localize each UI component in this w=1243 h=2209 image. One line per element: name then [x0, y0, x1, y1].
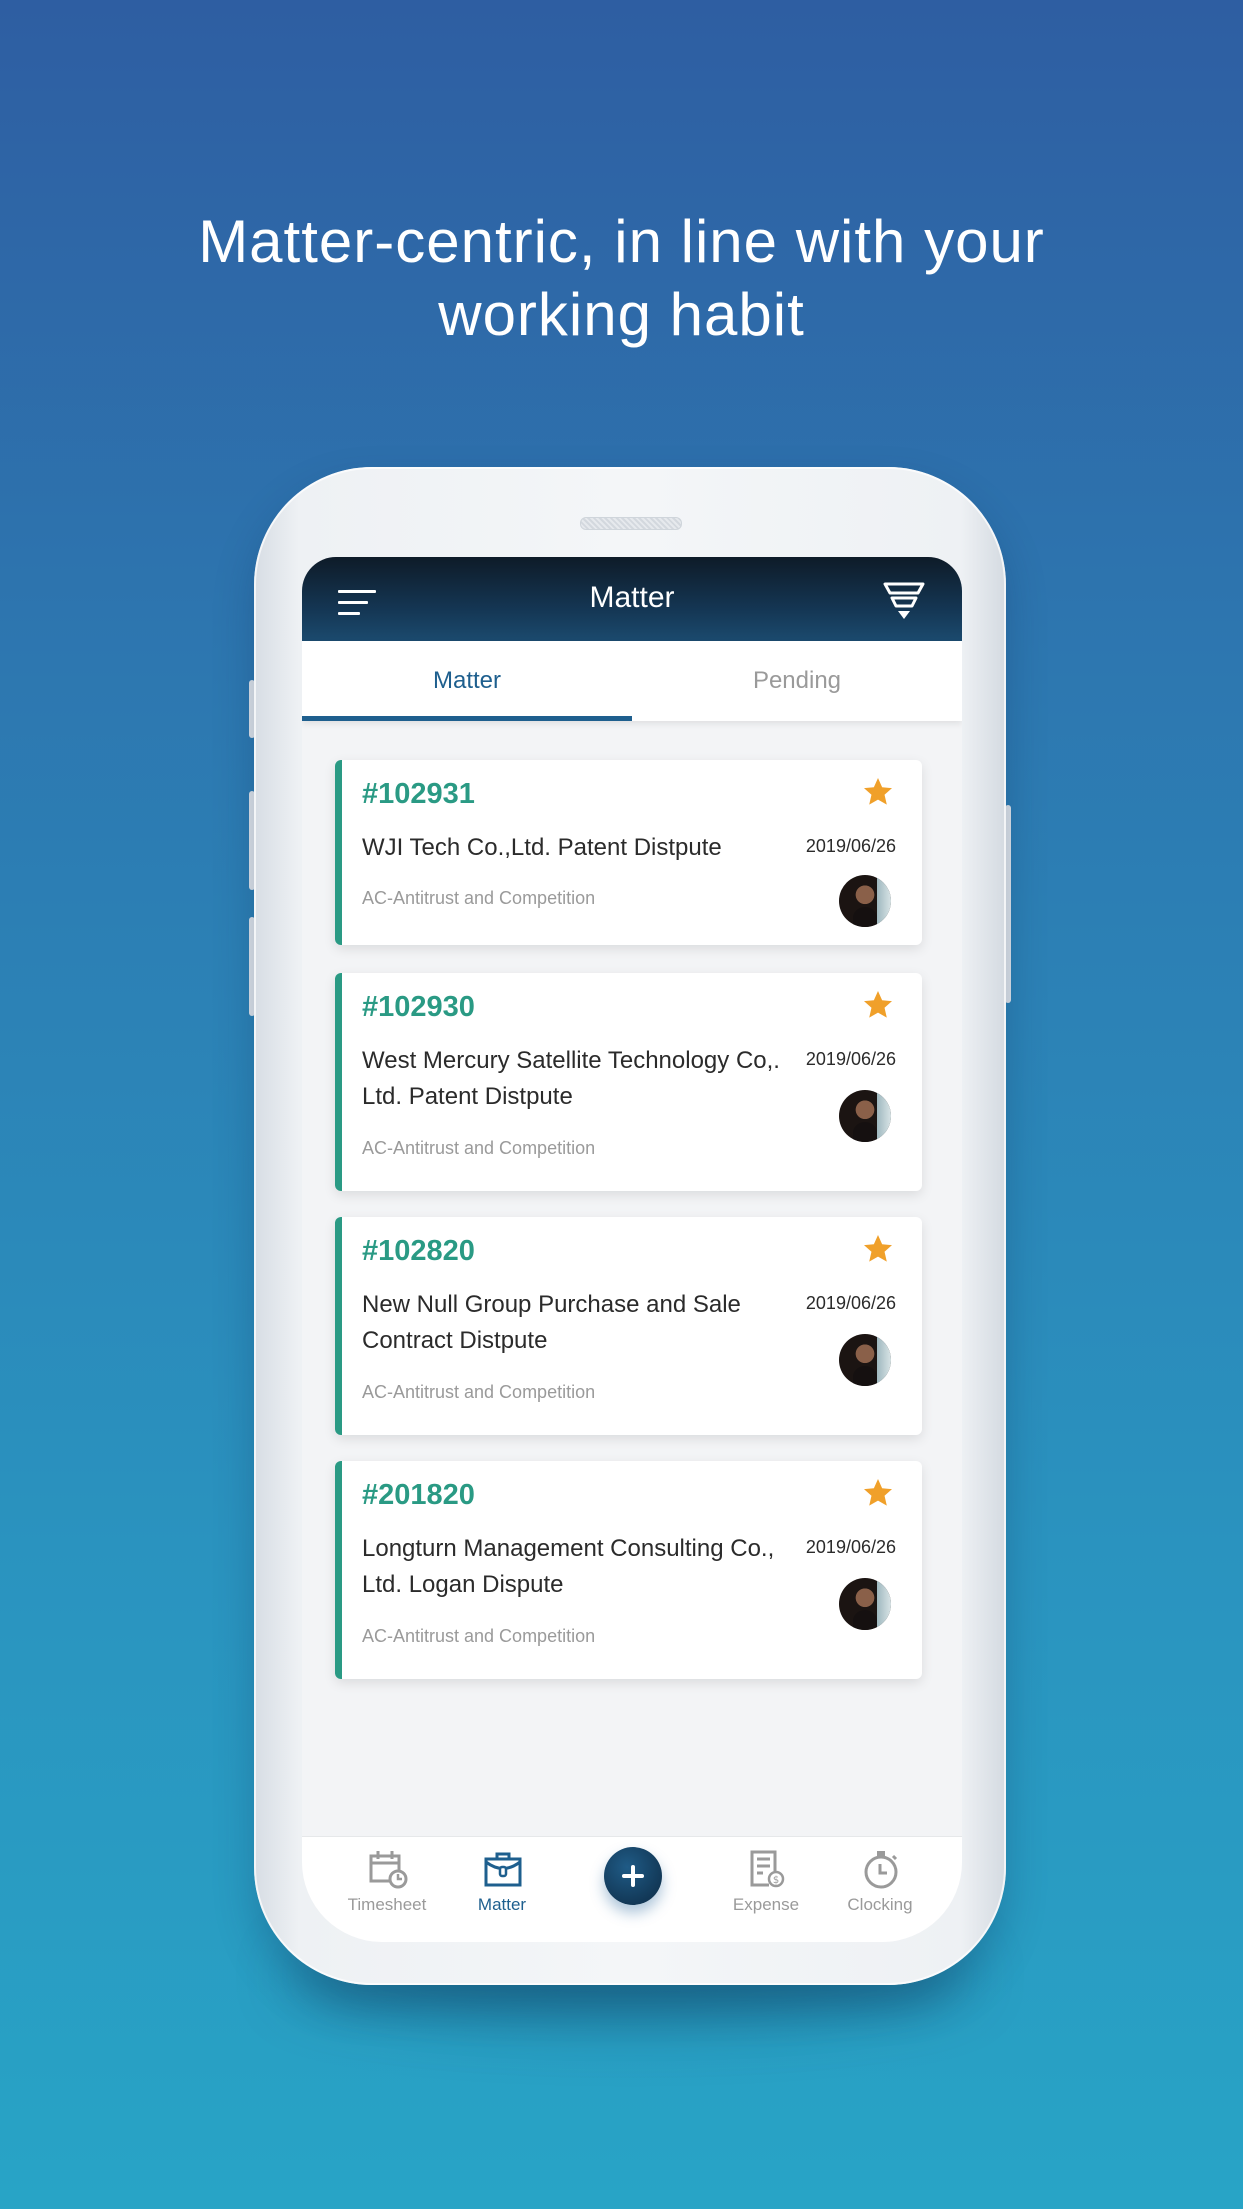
- phone-speaker: [580, 517, 682, 530]
- matter-name: New Null Group Purchase and Sale Contrac…: [362, 1291, 741, 1354]
- tab-bar: Matter Pending: [302, 641, 962, 721]
- matter-date: 2019/06/26: [805, 836, 896, 856]
- matter-card[interactable]: #102930 West Mercury Satellite Technolog…: [335, 973, 922, 1191]
- stopwatch-icon: [864, 1851, 898, 1889]
- matter-date: 2019/06/26: [805, 1049, 896, 1069]
- page-title: Matter: [589, 581, 675, 614]
- headline-line-2: working habit: [438, 281, 805, 348]
- funnel-filter-icon[interactable]: [882, 581, 926, 621]
- matter-name: Longturn Management Consulting Co., Ltd.…: [362, 1535, 775, 1598]
- matter-date: 2019/06/26: [805, 1293, 896, 1313]
- matter-name: West Mercury Satellite Technology Co,. L…: [362, 1047, 780, 1110]
- receipt-dollar-icon: $: [750, 1850, 785, 1888]
- matter-category: AC-Antitrust and Competition: [362, 1626, 596, 1646]
- card-accent-bar: [335, 1461, 342, 1679]
- avatar: [839, 1090, 891, 1142]
- nav-item-timesheet[interactable]: Timesheet: [332, 1837, 442, 1942]
- card-accent-bar: [335, 760, 342, 945]
- matter-number: #102931: [362, 778, 475, 810]
- matter-category: AC-Antitrust and Competition: [362, 1138, 596, 1158]
- matter-card[interactable]: #102820 New Null Group Purchase and Sale…: [335, 1217, 922, 1435]
- matter-name: WJI Tech Co.,Ltd. Patent Distpute: [362, 834, 722, 861]
- matter-number: #102930: [362, 991, 475, 1023]
- avatar: [839, 1334, 891, 1386]
- card-accent-bar: [335, 973, 342, 1191]
- avatar: [839, 1578, 891, 1630]
- marketing-headline: Matter-centric, in line with your workin…: [0, 205, 1243, 351]
- tab-pending[interactable]: Pending: [632, 641, 962, 721]
- tab-matter[interactable]: Matter: [302, 641, 632, 721]
- matter-category: AC-Antitrust and Competition: [362, 1382, 596, 1402]
- matter-card[interactable]: #102931 WJI Tech Co.,Ltd. Patent Distput…: [335, 760, 922, 945]
- nav-item-matter[interactable]: Matter: [447, 1837, 557, 1942]
- svg-text:$: $: [773, 1875, 779, 1886]
- star-icon[interactable]: [861, 776, 895, 808]
- app-header: Matter: [302, 557, 962, 641]
- add-button[interactable]: [604, 1847, 662, 1905]
- star-icon[interactable]: [861, 1233, 895, 1265]
- star-icon[interactable]: [861, 1477, 895, 1509]
- matter-card[interactable]: #201820 Longturn Management Consulting C…: [335, 1461, 922, 1679]
- matter-number: #201820: [362, 1479, 475, 1511]
- nav-item-clocking[interactable]: Clocking: [825, 1837, 935, 1942]
- nav-item-expense[interactable]: $ Expense: [711, 1837, 821, 1942]
- phone-screen: Matter Matter Pending #102931 WJI Tech C…: [302, 557, 962, 1942]
- briefcase-icon: [484, 1852, 522, 1887]
- nav-label: Expense: [732, 1895, 800, 1914]
- calendar-clock-icon: [369, 1851, 408, 1889]
- card-accent-bar: [335, 1217, 342, 1435]
- avatar: [839, 875, 891, 927]
- matter-date: 2019/06/26: [805, 1537, 896, 1557]
- matter-category: AC-Antitrust and Competition: [362, 888, 596, 908]
- headline-line-1: Matter-centric, in line with your: [198, 208, 1045, 275]
- star-icon[interactable]: [861, 989, 895, 1021]
- nav-label: Clocking: [847, 1895, 913, 1914]
- nav-label: Matter: [477, 1895, 527, 1914]
- matter-number: #102820: [362, 1235, 475, 1267]
- nav-label: Timesheet: [347, 1895, 427, 1914]
- active-tab-indicator: [302, 716, 632, 721]
- bottom-navigation: Timesheet Matter $ Expense Clocking: [302, 1836, 962, 1942]
